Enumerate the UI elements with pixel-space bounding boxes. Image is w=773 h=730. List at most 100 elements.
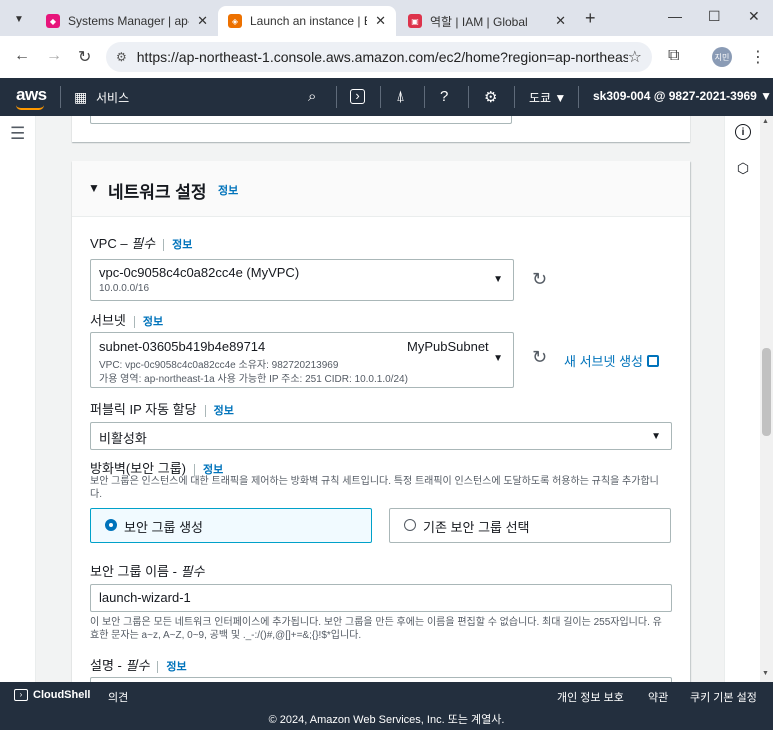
sg-name-input[interactable]: launch-wizard-1: [90, 584, 672, 612]
side-nav-rail: ☰: [0, 116, 36, 682]
cloudshell-icon[interactable]: ›: [14, 689, 28, 701]
back-icon[interactable]: ←: [14, 47, 30, 65]
section-title: 네트워크 설정: [108, 183, 207, 202]
scroll-down-icon[interactable]: ▼: [762, 670, 769, 677]
maximize-icon[interactable]: ☐: [708, 8, 721, 25]
browser-tab-strip: ▼ ◆ Systems Manager | ap-n ✕ ◈ Launch an…: [0, 0, 773, 36]
feedback-link[interactable]: 의견: [108, 689, 128, 705]
terms-link[interactable]: 약관: [648, 689, 668, 705]
previous-input[interactable]: [90, 116, 512, 124]
public-ip-label: 퍼블릭 IP 자동 할당 정보: [90, 402, 234, 417]
existing-security-group-option[interactable]: 기존 보안 그룹 선택: [389, 508, 671, 543]
privacy-link[interactable]: 개인 정보 보호: [557, 689, 624, 705]
window-close-icon[interactable]: ✕: [748, 8, 760, 25]
help-icon[interactable]: ?: [440, 88, 448, 105]
create-subnet-link[interactable]: 새 서브넷 생성: [564, 351, 659, 370]
vpc-select[interactable]: vpc-0c9058c4c0a82cc4e (MyVPC) 10.0.0.0/1…: [90, 259, 514, 301]
forward-icon[interactable]: →: [46, 47, 62, 65]
reload-icon[interactable]: ↻: [78, 47, 91, 67]
sg-name-description: 이 보안 그룹은 모든 네트워크 인터페이스에 추가됩니다. 보안 그룹을 만든…: [90, 617, 662, 641]
page-scrollbar[interactable]: ▲ ▼: [760, 116, 773, 682]
cookies-link[interactable]: 쿠키 기본 설정: [690, 689, 757, 705]
info-link[interactable]: 정보: [218, 182, 238, 198]
cloudshell-icon[interactable]: ›: [350, 89, 365, 104]
create-security-group-option[interactable]: 보안 그룹 생성: [90, 508, 372, 543]
aws-top-nav: aws ▦ 서비스 ⌕ › ⍋ ? ⚙ 도쿄 ▼ sk309-004 @ 982…: [0, 78, 773, 116]
sg-name-label: 보안 그룹 이름 - 필수: [90, 564, 205, 579]
tab-search-button[interactable]: ▼: [8, 8, 30, 30]
account-menu[interactable]: sk309-004 @ 9827-2021-3969 ▼: [593, 89, 772, 103]
info-link[interactable]: 정보: [172, 239, 192, 251]
console-footer: › CloudShell 의견 개인 정보 보호 약관 쿠키 기본 설정 © 2…: [0, 682, 773, 730]
public-ip-select[interactable]: 비활성화 ▼: [90, 422, 672, 450]
caret-down-icon: ▼: [651, 431, 661, 442]
browser-toolbar: ← → ↻ ⚙ https://ap-northeast-1.console.a…: [0, 36, 773, 78]
subnet-select[interactable]: subnet-03605b419b4e89714 MyPubSubnet VPC…: [90, 332, 514, 388]
browser-tab-systems-manager[interactable]: ◆ Systems Manager | ap-n ✕: [36, 6, 218, 36]
minimize-icon[interactable]: —: [668, 8, 682, 24]
url-text[interactable]: https://ap-northeast-1.console.aws.amazo…: [137, 49, 628, 65]
caret-down-icon: ▼: [493, 353, 503, 364]
copyright: © 2024, Amazon Web Services, Inc. 또는 계열사…: [268, 714, 505, 726]
divider: [157, 660, 159, 673]
hamburger-menu-icon[interactable]: ☰: [10, 124, 25, 144]
divider: [514, 86, 515, 108]
profile-avatar[interactable]: 지민: [712, 47, 732, 67]
chevron-down-icon: ▼: [14, 13, 24, 25]
previous-section-card: [72, 116, 690, 142]
close-icon[interactable]: ✕: [197, 13, 208, 29]
new-tab-button[interactable]: +: [585, 8, 596, 29]
divider: [424, 86, 425, 108]
description-label: 설명 - 필수 정보: [90, 658, 187, 673]
divider: [336, 86, 337, 108]
divider: [380, 86, 381, 108]
browser-tab-launch-instance[interactable]: ◈ Launch an instance | EC ✕: [218, 6, 396, 36]
cloudshell-link[interactable]: CloudShell: [33, 689, 90, 701]
vpc-label: VPC – 필수 정보: [90, 236, 193, 251]
search-icon[interactable]: ⌕: [308, 88, 316, 105]
refresh-icon[interactable]: ↻: [532, 269, 547, 290]
divider: [204, 404, 206, 417]
info-link[interactable]: 정보: [143, 316, 163, 328]
utility-rail: i ⬡: [724, 116, 760, 682]
site-info-icon[interactable]: ⚙: [116, 50, 127, 64]
divider: [133, 315, 135, 328]
extensions-icon[interactable]: ⧉: [668, 47, 679, 65]
caret-down-icon: ▼: [493, 274, 503, 285]
scrollbar-thumb[interactable]: [762, 348, 771, 436]
external-link-icon: [646, 355, 659, 367]
divider: [60, 86, 61, 108]
address-bar[interactable]: ⚙ https://ap-northeast-1.console.aws.ama…: [106, 42, 652, 72]
close-icon[interactable]: ✕: [555, 13, 566, 29]
subnet-label: 서브넷 정보: [90, 313, 164, 328]
info-circle-icon[interactable]: i: [735, 124, 751, 140]
radio-selected[interactable]: [105, 519, 117, 531]
refresh-icon[interactable]: ↻: [532, 347, 547, 368]
browser-menu-icon[interactable]: ⋮: [750, 47, 766, 67]
gear-icon[interactable]: ⚙: [484, 88, 497, 106]
close-icon[interactable]: ✕: [375, 13, 386, 29]
region-selector[interactable]: 도쿄 ▼: [529, 89, 566, 106]
divider: [163, 238, 165, 251]
services-grid-icon[interactable]: ▦: [74, 89, 87, 106]
main-content: ▼ 네트워크 설정 정보 VPC – 필수 정보 vpc-0c9058c4c0a8…: [36, 116, 724, 682]
bookmark-star-icon[interactable]: ☆: [628, 47, 642, 67]
ssm-icon: ◆: [46, 14, 60, 28]
divider: [468, 86, 469, 108]
divider: [578, 86, 579, 108]
radio-unselected[interactable]: [404, 519, 416, 531]
bell-icon[interactable]: ⍋: [396, 88, 405, 105]
browser-tab-iam[interactable]: ▣ 역할 | IAM | Global ✕: [398, 6, 576, 36]
services-menu[interactable]: 서비스: [96, 89, 129, 106]
card-header[interactable]: ▼ 네트워크 설정 정보: [72, 161, 690, 217]
info-link[interactable]: 정보: [166, 661, 186, 673]
ec2-icon: ◈: [228, 14, 242, 28]
network-settings-card: ▼ 네트워크 설정 정보 VPC – 필수 정보 vpc-0c9058c4c0a8…: [72, 161, 690, 682]
caret-down-icon[interactable]: ▼: [88, 181, 100, 195]
aws-smile-icon: [16, 105, 44, 110]
aws-logo[interactable]: aws: [16, 85, 47, 105]
hexagon-icon[interactable]: ⬡: [735, 160, 751, 176]
info-link[interactable]: 정보: [214, 405, 234, 417]
scroll-up-icon[interactable]: ▲: [762, 118, 769, 125]
iam-icon: ▣: [408, 14, 422, 28]
